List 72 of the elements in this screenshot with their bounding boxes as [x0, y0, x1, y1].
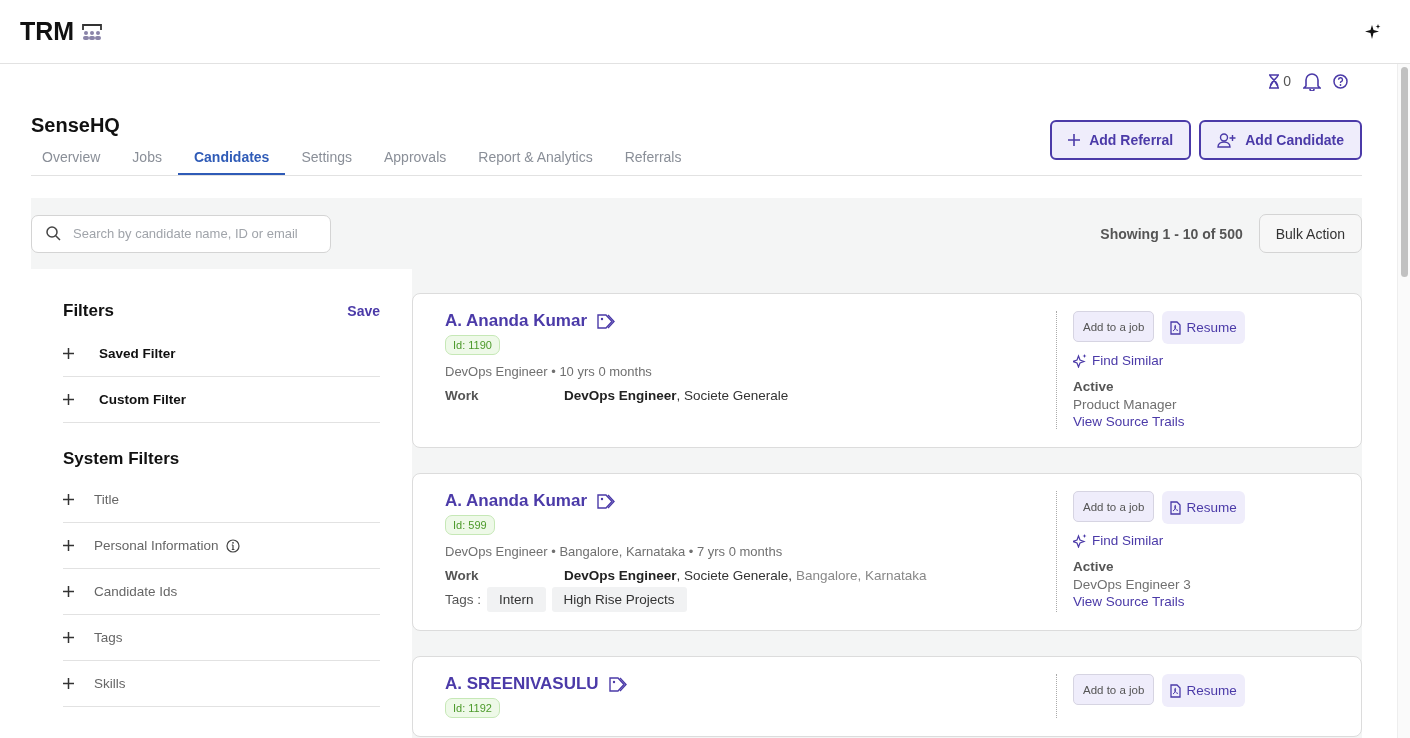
- add-user-icon: [1217, 132, 1237, 148]
- search-field[interactable]: Search by candidate name, ID or email: [31, 214, 331, 253]
- add-candidate-button[interactable]: Add Candidate: [1199, 120, 1362, 160]
- page-title: SenseHQ: [31, 114, 121, 137]
- app-logo: TRM: [20, 17, 75, 46]
- notification-bell-icon[interactable]: [1303, 71, 1321, 91]
- candidate-id-badge: Id: 1190: [445, 335, 500, 355]
- view-source-trails-link[interactable]: View Source Trails: [1073, 414, 1185, 429]
- candidate-status: Active: [1073, 559, 1114, 574]
- candidate-name[interactable]: A. SREENIVASULU: [445, 674, 599, 694]
- job-title: Product Manager: [1073, 397, 1177, 412]
- save-link[interactable]: Save: [347, 303, 380, 319]
- plus-icon[interactable]: [63, 586, 74, 597]
- candidate-name[interactable]: A. Ananda Kumar: [445, 491, 587, 511]
- filter-label[interactable]: Candidate Ids: [94, 584, 178, 599]
- filter-label[interactable]: Skills: [94, 676, 126, 691]
- sparkle-icon: [1073, 353, 1087, 368]
- tag-icon[interactable]: [608, 676, 628, 692]
- team-icon: [81, 22, 104, 41]
- find-similar-link[interactable]: Find Similar: [1073, 353, 1164, 368]
- add-referral-button[interactable]: Add Referral: [1050, 120, 1192, 160]
- find-similar-link[interactable]: Find Similar: [1073, 533, 1164, 548]
- resume-button[interactable]: Resume: [1162, 311, 1245, 344]
- job-title: DevOps Engineer 3: [1073, 577, 1191, 592]
- filters-heading: Filters: [63, 301, 115, 321]
- filter-label[interactable]: Personal Information: [94, 538, 219, 553]
- tag-chip: Intern: [487, 587, 546, 612]
- filter-label[interactable]: Saved Filter: [99, 346, 176, 361]
- bulk-action-button[interactable]: Bulk Action: [1258, 214, 1362, 253]
- candidate-status: Active: [1073, 379, 1114, 394]
- tags-label: Tags :: [445, 592, 482, 607]
- tag-icon[interactable]: [597, 313, 616, 329]
- add-to-job-button[interactable]: Add to a job: [1073, 674, 1155, 705]
- results-summary: Showing 1 - 10 of 500: [1100, 225, 1243, 242]
- candidate-id-badge: Id: 599: [445, 515, 495, 535]
- plus-icon[interactable]: [63, 678, 74, 689]
- tag-chip: High Rise Projects: [551, 587, 687, 612]
- document-icon: [1170, 320, 1182, 335]
- document-icon: [1170, 683, 1182, 698]
- plus-icon[interactable]: [63, 494, 74, 505]
- plus-icon[interactable]: [63, 632, 74, 643]
- plus-icon[interactable]: [63, 394, 74, 405]
- plus-icon[interactable]: [63, 540, 74, 551]
- plus-icon[interactable]: [63, 348, 74, 359]
- candidate-id-badge: Id: 1192: [445, 698, 500, 718]
- document-icon: [1170, 500, 1182, 515]
- pending-count: 0: [1283, 73, 1291, 89]
- resume-button[interactable]: Resume: [1162, 674, 1245, 707]
- work-label: Work: [445, 388, 480, 403]
- filter-label[interactable]: Tags: [94, 630, 123, 645]
- filter-label[interactable]: Custom Filter: [99, 392, 186, 407]
- resume-button[interactable]: Resume: [1162, 491, 1245, 524]
- work-detail: DevOps Engineer, Societe Generale: [564, 388, 789, 403]
- scrollbar[interactable]: [1397, 64, 1410, 738]
- hourglass-icon[interactable]: [1268, 73, 1281, 89]
- plus-icon: [1068, 134, 1081, 146]
- tag-icon[interactable]: [597, 493, 616, 509]
- nav-tab[interactable]: Candidates: [177, 149, 286, 175]
- help-icon[interactable]: [1333, 73, 1348, 89]
- sparkle-icon: [1073, 533, 1087, 548]
- filter-label[interactable]: Title: [94, 492, 119, 507]
- view-source-trails-link[interactable]: View Source Trails: [1073, 594, 1185, 609]
- work-detail: DevOps Engineer, Societe Generale, Bangalore, Karnataka: [564, 568, 927, 583]
- sparkle-icon[interactable]: [1365, 23, 1381, 40]
- candidate-summary: DevOps Engineer • Bangalore, Karnataka • 7 yrs 0 months: [445, 544, 783, 559]
- system-filters-heading: System Filters: [63, 449, 181, 469]
- candidate-summary: DevOps Engineer • 10 yrs 0 months: [445, 364, 652, 379]
- work-label: Work: [445, 568, 480, 583]
- info-icon[interactable]: [225, 538, 240, 553]
- candidate-name[interactable]: A. Ananda Kumar: [445, 311, 587, 331]
- add-to-job-button[interactable]: Add to a job: [1073, 491, 1155, 522]
- add-to-job-button[interactable]: Add to a job: [1073, 311, 1155, 342]
